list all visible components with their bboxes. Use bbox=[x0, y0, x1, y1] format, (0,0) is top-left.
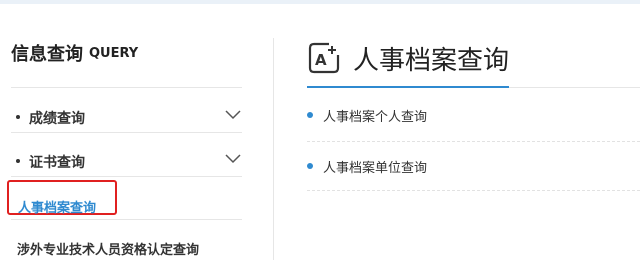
page-title: 人事档案查询 bbox=[353, 46, 510, 76]
sidebar-item-certificate-query[interactable]: 证书查询 bbox=[12, 148, 244, 174]
bullet-icon bbox=[307, 112, 313, 118]
sidebar-divider bbox=[11, 176, 242, 177]
link-personal-archive-query[interactable]: 人事档案个人查询 bbox=[307, 105, 640, 127]
page: 信息查询 QUERY 成绩查询 证书查询 人事档案查询 涉外专业技术人员资格认定查… bbox=[0, 0, 640, 260]
title-rule bbox=[509, 87, 640, 88]
sidebar-item-label: 成绩查询 bbox=[29, 111, 85, 127]
sidebar-header: 信息查询 QUERY bbox=[11, 40, 138, 66]
sidebar: 信息查询 QUERY 成绩查询 证书查询 人事档案查询 涉外专业技术人员资格认定查… bbox=[0, 0, 273, 260]
sidebar-divider bbox=[11, 132, 242, 133]
vertical-divider bbox=[273, 38, 274, 260]
link-unit-archive-query[interactable]: 人事档案单位查询 bbox=[307, 156, 640, 178]
sidebar-divider bbox=[11, 87, 242, 88]
sidebar-item-score-query[interactable]: 成绩查询 bbox=[12, 104, 244, 130]
svg-text:A: A bbox=[315, 51, 327, 69]
sidebar-item-foreign-qualification-query[interactable]: 涉外专业技术人员资格认定查询 bbox=[17, 239, 199, 258]
sidebar-divider bbox=[11, 219, 242, 220]
text-edit-icon: A bbox=[308, 42, 340, 74]
link-label: 人事档案单位查询 bbox=[323, 161, 428, 176]
title-underline bbox=[307, 86, 509, 88]
chevron-down-icon[interactable] bbox=[224, 107, 242, 121]
bullet-icon bbox=[16, 115, 20, 119]
sidebar-title-en: QUERY bbox=[89, 45, 139, 61]
sidebar-item-label: 证书查询 bbox=[29, 155, 85, 171]
bullet-icon bbox=[16, 159, 20, 163]
dashed-divider bbox=[307, 141, 640, 142]
chevron-down-icon[interactable] bbox=[224, 151, 242, 165]
sidebar-title: 信息查询 bbox=[11, 44, 83, 65]
sidebar-item-personnel-archive-query[interactable]: 人事档案查询 bbox=[7, 180, 117, 216]
dashed-divider bbox=[307, 190, 640, 191]
sidebar-item-label: 人事档案查询 bbox=[18, 201, 97, 216]
bullet-icon bbox=[307, 163, 313, 169]
link-label: 人事档案个人查询 bbox=[323, 110, 428, 125]
